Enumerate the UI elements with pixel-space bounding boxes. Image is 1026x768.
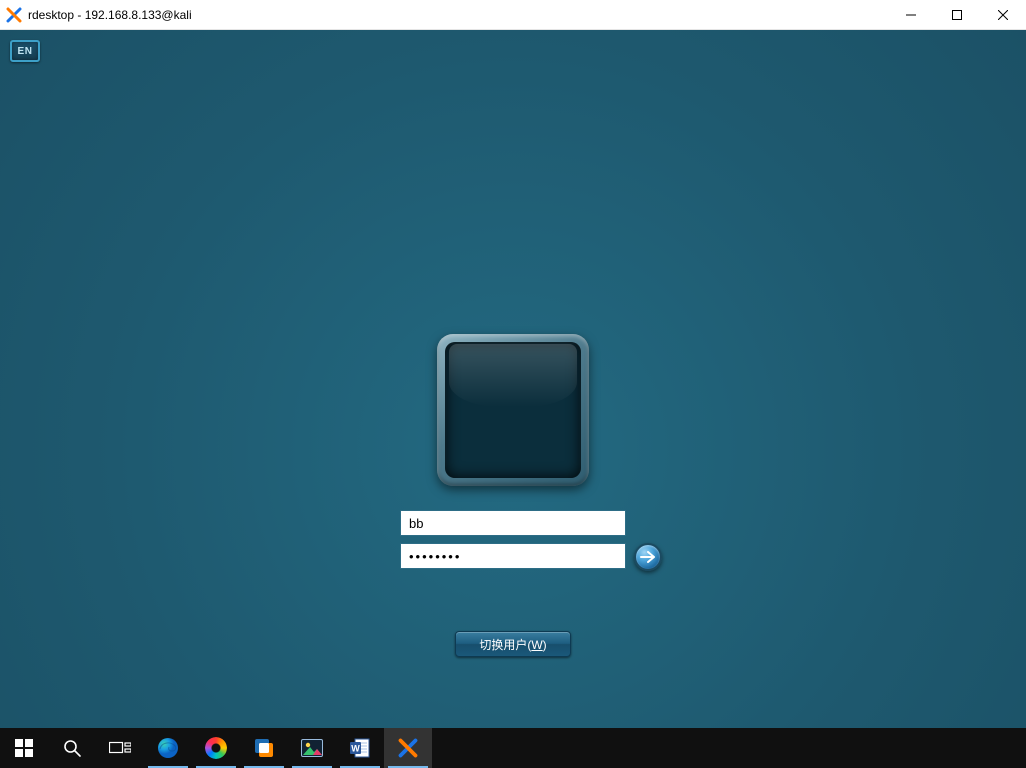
username-field[interactable] (400, 510, 626, 536)
chrome-icon (204, 736, 228, 760)
maximize-button[interactable] (934, 0, 980, 29)
vmware-icon (252, 736, 276, 760)
task-view-button[interactable] (96, 728, 144, 768)
host-titlebar[interactable]: rdesktop - 192.168.8.133@kali (0, 0, 1026, 30)
switch-user-button[interactable]: 切换用户(W) (455, 631, 571, 657)
password-field[interactable] (400, 543, 626, 569)
start-button[interactable] (0, 728, 48, 768)
image-icon (300, 736, 324, 760)
edge-browser[interactable] (144, 728, 192, 768)
word-icon: W (348, 736, 372, 760)
word-app[interactable]: W (336, 728, 384, 768)
search-icon (60, 736, 84, 760)
close-button[interactable] (980, 0, 1026, 29)
image-viewer[interactable] (288, 728, 336, 768)
host-window: rdesktop - 192.168.8.133@kali EN (0, 0, 1026, 728)
windows-logo-icon (12, 736, 36, 760)
submit-login-button[interactable] (634, 543, 662, 571)
mobaxterm-icon (396, 736, 420, 760)
minimize-button[interactable] (888, 0, 934, 29)
vmware-workstation[interactable] (240, 728, 288, 768)
remote-desktop-session: EN 切换用户(W) (0, 30, 1026, 728)
language-indicator[interactable]: EN (10, 40, 40, 62)
host-taskbar: W (0, 728, 1026, 768)
svg-text:W: W (351, 744, 360, 754)
user-avatar-frame (437, 334, 589, 486)
switch-user-shortcut: W (531, 638, 542, 652)
chrome-browser[interactable] (192, 728, 240, 768)
credentials-stack (400, 510, 626, 569)
switch-user-label: 切换用户 (479, 638, 527, 652)
edge-icon (156, 736, 180, 760)
arrow-right-icon (640, 551, 656, 563)
task-view-icon (108, 736, 132, 760)
login-panel: 切换用户(W) (400, 334, 626, 657)
mobaxterm-app[interactable] (384, 728, 432, 768)
search-button[interactable] (48, 728, 96, 768)
user-avatar (445, 342, 581, 478)
app-icon (6, 7, 22, 23)
host-window-title: rdesktop - 192.168.8.133@kali (28, 8, 192, 22)
